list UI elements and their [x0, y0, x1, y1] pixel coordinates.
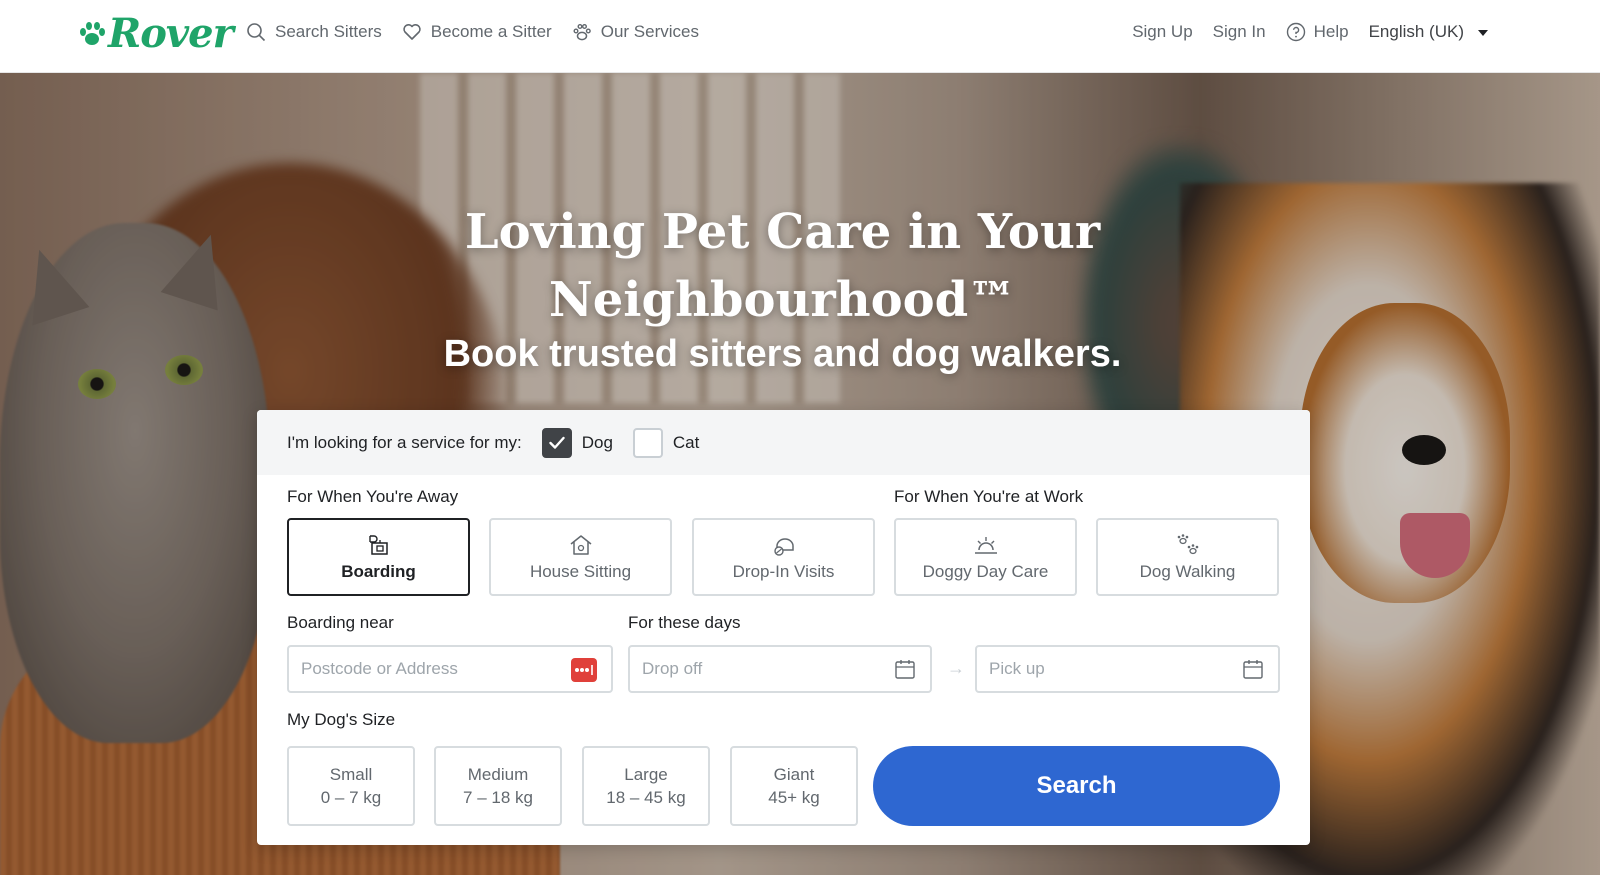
checkbox-unchecked[interactable] [632, 427, 663, 458]
service-dog-walking[interactable]: Dog Walking [1096, 518, 1279, 596]
logo-wordmark: Rover [108, 10, 234, 57]
nav-label: Our Services [600, 22, 699, 41]
house-icon [570, 535, 591, 555]
dog-label: Dog [581, 432, 613, 452]
help-label: Help [1313, 22, 1349, 41]
service-label: Doggy Day Care [922, 562, 1049, 581]
size-small[interactable]: Small 0 – 7 kg [287, 746, 415, 826]
language-label: English (UK) [1368, 22, 1464, 41]
cat-label: Cat [672, 432, 700, 452]
service-boarding[interactable]: Boarding [287, 518, 470, 596]
site-header: Rover Search Sitters Become a Sitter Our… [0, 0, 1600, 73]
location-label: Boarding near [287, 613, 394, 632]
size-name: Small [329, 765, 373, 784]
dog-checkbox[interactable]: Dog [541, 427, 613, 458]
hero-title: Loving Pet Care in Your Neighbourhood™ [0, 198, 1565, 334]
heart-icon [403, 24, 421, 40]
calendar-icon [894, 658, 916, 685]
chevron-down-icon [1478, 30, 1488, 36]
calendar-icon [1242, 658, 1264, 685]
service-label: Boarding [341, 562, 416, 581]
search-icon [247, 23, 266, 42]
service-label: Drop-In Visits [732, 562, 835, 581]
language-selector[interactable]: English (UK) [1369, 22, 1488, 42]
service-house-sitting[interactable]: House Sitting [489, 518, 672, 596]
size-range: 18 – 45 kg [606, 788, 686, 807]
nav-label: Become a Sitter [430, 22, 552, 41]
primary-nav: Search Sitters Become a Sitter Our Servi… [246, 22, 699, 42]
size-giant[interactable]: Giant 45+ kg [730, 746, 858, 826]
paw-icon [573, 24, 591, 41]
work-services-label: For When You're at Work [894, 487, 1084, 506]
nav-our-services[interactable]: Our Services [572, 22, 699, 42]
checkbox-checked[interactable] [541, 427, 572, 458]
address-input[interactable]: Postcode or Address [287, 645, 613, 693]
sun-icon [974, 537, 997, 554]
size-medium[interactable]: Medium 7 – 18 kg [434, 746, 562, 826]
boarding-icon [368, 535, 388, 555]
size-name: Medium [467, 765, 529, 784]
checkmark-icon [549, 436, 565, 449]
size-name: Giant [773, 765, 815, 784]
away-services-label: For When You're Away [287, 487, 459, 506]
hero-title-line-1: Loving Pet Care in Your [464, 204, 1101, 260]
size-range: 7 – 18 kg [463, 788, 533, 807]
paw-prints-icon [1177, 534, 1198, 555]
size-large[interactable]: Large 18 – 45 kg [582, 746, 710, 826]
dates-label: For these days [628, 613, 741, 632]
help-link[interactable]: Help [1286, 22, 1349, 42]
paw-logo-icon [80, 22, 105, 45]
search-form-card: I'm looking for a service for my: Dog Ca… [257, 410, 1310, 845]
size-name: Large [624, 765, 668, 784]
service-drop-in-visits[interactable]: Drop-In Visits [692, 518, 875, 596]
sign-up-link[interactable]: Sign Up [1132, 22, 1192, 42]
sign-in-link[interactable]: Sign In [1213, 22, 1266, 42]
nav-label: Search Sitters [275, 22, 382, 41]
nav-search-sitters[interactable]: Search Sitters [246, 22, 382, 42]
size-range: 45+ kg [768, 788, 820, 807]
rover-logo[interactable]: Rover [78, 10, 234, 57]
drop-off-placeholder: Drop off [642, 659, 703, 678]
service-doggy-day-care[interactable]: Doggy Day Care [894, 518, 1077, 596]
service-label: House Sitting [529, 562, 632, 581]
address-placeholder: Postcode or Address [301, 659, 458, 678]
help-icon [1286, 22, 1305, 42]
account-nav: Sign Up Sign In Help English (UK) [1132, 22, 1488, 42]
size-range: 0 – 7 kg [320, 788, 382, 807]
search-button[interactable]: Search [873, 746, 1280, 826]
pet-type-row: I'm looking for a service for my: Dog Ca… [257, 410, 1310, 475]
drop-off-date-input[interactable]: Drop off [628, 645, 932, 693]
hero-title-line-2: Neighbourhood™ [548, 272, 1017, 328]
pick-up-date-input[interactable]: Pick up [975, 645, 1280, 693]
pick-up-placeholder: Pick up [989, 659, 1045, 678]
autofill-icon[interactable] [571, 658, 597, 687]
service-label: Dog Walking [1139, 562, 1236, 581]
drop-in-icon [773, 538, 794, 556]
pet-type-prompt: I'm looking for a service for my: [287, 432, 522, 452]
hero-subtitle: Book trusted sitters and dog walkers. [443, 333, 1122, 375]
arrow-right-icon: → [947, 658, 965, 678]
dog-size-label: My Dog's Size [287, 710, 396, 729]
cat-checkbox[interactable]: Cat [632, 427, 700, 458]
nav-become-sitter[interactable]: Become a Sitter [402, 22, 552, 42]
